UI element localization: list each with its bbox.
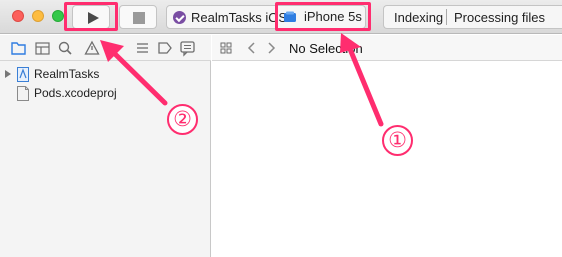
annotation-badge-1: ① [382,125,413,156]
annotation-arrows [100,33,384,127]
arrow-2 [100,40,168,106]
annotation-badge-2: ② [167,104,198,135]
arrow-1 [340,33,384,127]
